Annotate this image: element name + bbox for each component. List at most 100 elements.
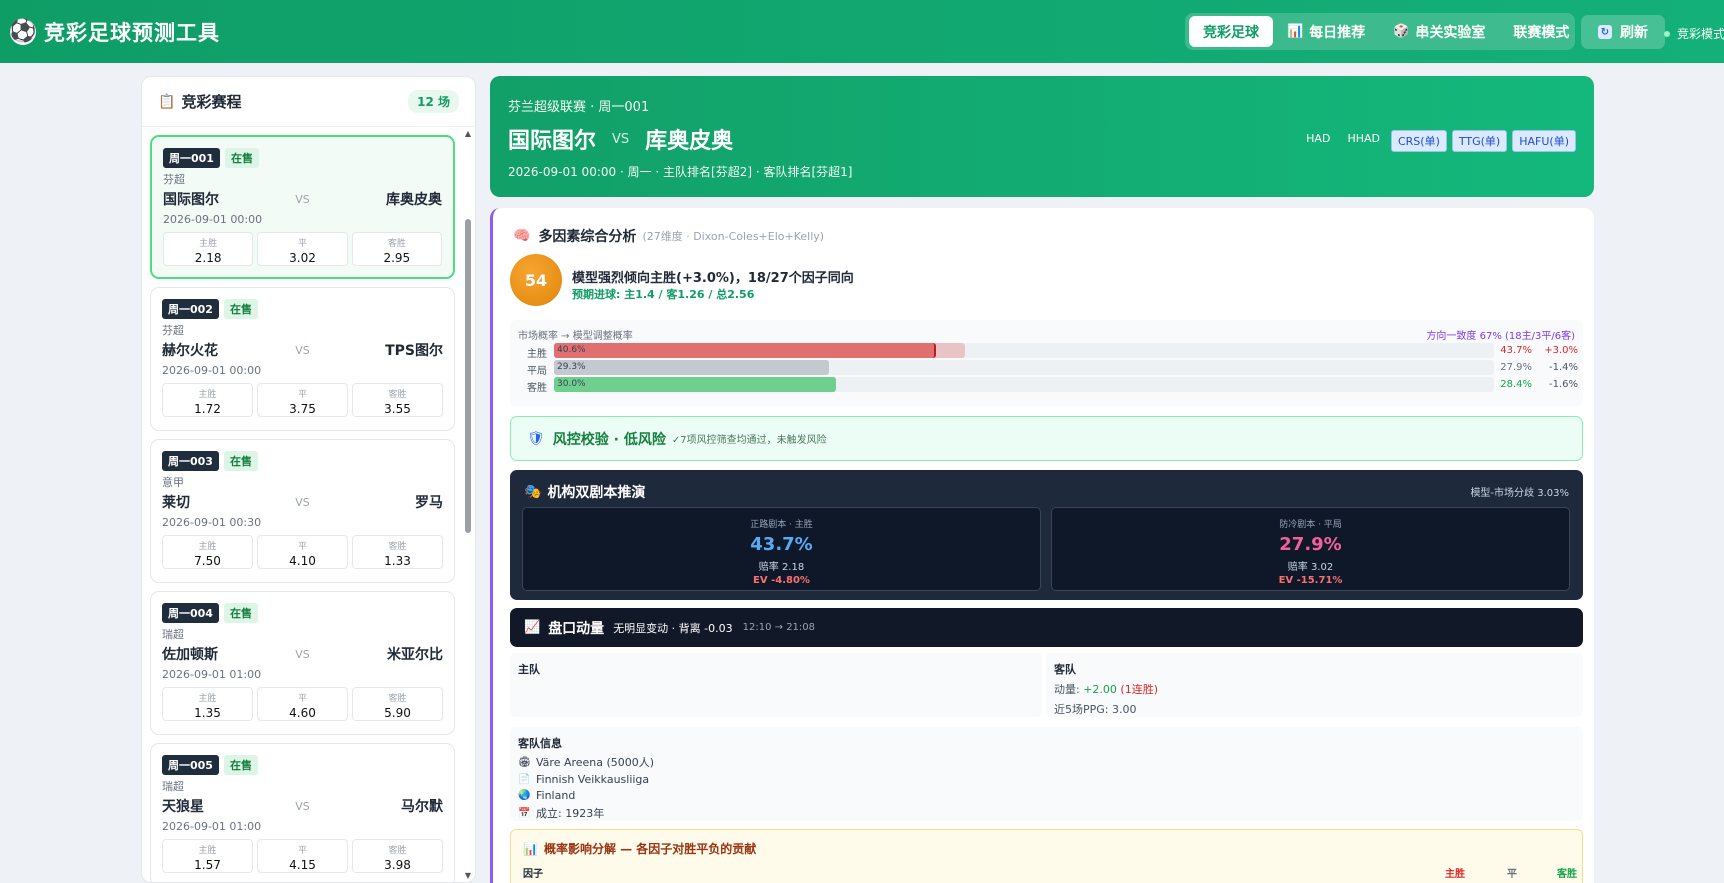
match-tags: 周一005 在售 xyxy=(162,754,443,775)
odds-button[interactable]: 平 3.02 xyxy=(257,232,348,266)
calendar-icon: 📅 xyxy=(518,807,531,819)
odds-label: 主胜 xyxy=(198,846,217,856)
market-tag-had[interactable]: HAD xyxy=(1300,130,1336,152)
info-league: 📄 Finnish Veikkausliiga xyxy=(518,773,1575,786)
match-header: 芬兰超级联赛 · 周一001 国际图尔 VS 库奥皮奥 2026-09-01 0… xyxy=(490,76,1594,197)
odds-value: 7.50 xyxy=(194,554,221,568)
scenario-odds: 赔率 3.02 xyxy=(1287,562,1334,573)
refresh-button[interactable]: ↻ 刷新 xyxy=(1581,15,1665,49)
market-tag-hhad[interactable]: HHAD xyxy=(1341,130,1386,152)
odds-button[interactable]: 客胜 2.95 xyxy=(351,232,442,266)
odds-button[interactable]: 主胜 2.18 xyxy=(163,232,254,266)
shield-icon: 🛡 xyxy=(527,430,545,447)
draw-column-header: 平 xyxy=(1507,869,1517,880)
odds-value: 1.33 xyxy=(384,554,411,568)
away-info-title: 客队信息 xyxy=(518,737,562,750)
odds-button[interactable]: 客胜 3.98 xyxy=(352,839,443,873)
market-tag-hafu[interactable]: HAFU(单) xyxy=(1512,130,1576,152)
odds-label: 平 xyxy=(297,694,307,704)
away-momentum: 客队 动量: +2.00 (1连胜) 近5场PPG: 3.00 xyxy=(1046,653,1583,717)
sale-status-badge: 在售 xyxy=(223,754,258,775)
outcome-label: 主胜 xyxy=(527,349,547,360)
odds-button[interactable]: 主胜 7.50 xyxy=(162,535,253,569)
sale-status-badge: 在售 xyxy=(223,298,258,319)
scrollbar[interactable]: ▲ ▼ xyxy=(464,129,472,881)
odds-label: 主胜 xyxy=(199,239,218,249)
scrollbar-thumb[interactable] xyxy=(465,219,471,533)
info-text: Finnish Veikkausliiga xyxy=(536,773,650,786)
tab-league-mode[interactable]: 联赛模式 xyxy=(1499,16,1583,47)
match-tags: 周一002 在售 xyxy=(162,298,443,319)
soccer-ball-icon: ⚽ xyxy=(9,18,37,45)
away-team: 马尔默 xyxy=(401,799,443,815)
match-league-line: 芬兰超级联赛 · 周一001 xyxy=(508,100,650,115)
main-nav: 竞彩足球 📊 每日推荐 🎲 串关实验室 联赛模式 xyxy=(1185,13,1575,50)
match-card[interactable]: 周一005 在售 瑞超 天狼星 VS 马尔默 2026-09-01 01:00 主胜 1.57 平… xyxy=(150,743,455,882)
vs-label: VS xyxy=(295,495,310,509)
info-text: Väre Areena (5000人) xyxy=(536,756,655,769)
odds-button[interactable]: 主胜 1.72 xyxy=(162,383,253,417)
match-list-header: 📋 竞彩赛程 12 场 xyxy=(142,77,475,127)
odds-button[interactable]: 平 4.60 xyxy=(257,687,348,721)
scroll-down-arrow-icon[interactable]: ▼ xyxy=(464,871,472,881)
momentum-summary: 无明显变动 · 背离 -0.03 xyxy=(613,621,733,635)
odds-button[interactable]: 客胜 1.33 xyxy=(352,535,443,569)
match-league: 瑞超 xyxy=(162,628,184,641)
odds-button[interactable]: 平 3.75 xyxy=(257,383,348,417)
tab-label: 串关实验室 xyxy=(1415,24,1486,41)
risk-detail: ✓7项风控筛查均通过，未触发风险 xyxy=(671,435,827,446)
match-code: 周一002 xyxy=(162,298,219,319)
globe-icon: 🌏 xyxy=(518,790,531,801)
tab-label: 联赛模式 xyxy=(1513,24,1570,41)
match-league: 芬超 xyxy=(163,173,185,186)
scenario-prob: 27.9% xyxy=(1279,534,1342,555)
odds-value: 1.35 xyxy=(194,706,221,720)
match-card[interactable]: 周一003 在售 意甲 莱切 VS 罗马 2026-09-01 00:30 主胜 7.50 平 4.… xyxy=(150,439,455,583)
model-market-gap: 模型-市场分歧 3.03% xyxy=(1470,488,1569,499)
market-probability-bar xyxy=(554,377,836,392)
away-team-info: 客队信息 🏟 Väre Areena (5000人) 📄 Finnish Veikk… xyxy=(510,727,1583,821)
match-card[interactable]: 周一001 在售 芬超 国际图尔 VS 库奥皮奥 2026-09-01 00:00 主胜 2.1… xyxy=(150,135,455,279)
scroll-up-arrow-icon[interactable]: ▲ xyxy=(464,129,472,139)
match-code: 周一003 xyxy=(162,450,219,471)
odds-value: 2.95 xyxy=(383,251,411,265)
direction-consistency: 方向一致度 67% (18主/3平/6客) xyxy=(1426,331,1575,342)
odds-label: 客胜 xyxy=(388,846,407,856)
odds-value: 3.02 xyxy=(289,251,316,265)
scenario-title-row: 🎭 机构双剧本推演 xyxy=(524,482,645,502)
expected-goals: 预期进球: 主1.4 / 客1.26 / 总2.56 xyxy=(572,288,755,301)
analysis-subtitle: (27维度 · Dixon-Coles+Elo+Kelly) xyxy=(642,230,825,243)
odds-button[interactable]: 平 4.15 xyxy=(257,839,348,873)
match-tags: 周一001 在售 xyxy=(163,147,442,168)
odds-button[interactable]: 主胜 1.35 xyxy=(162,687,253,721)
info-text: Finland xyxy=(536,789,576,802)
odds-value: 1.57 xyxy=(194,858,221,872)
odds-button[interactable]: 主胜 1.57 xyxy=(162,839,253,873)
match-card[interactable]: 周一004 在售 瑞超 佐加顿斯 VS 米亚尔比 2026-09-01 01:00 主胜 1.3… xyxy=(150,591,455,735)
odds-button[interactable]: 平 4.10 xyxy=(257,535,348,569)
vs-label: VS xyxy=(612,131,630,147)
decomposition-title: 概率影响分解 — 各因子对胜平负的贡献 xyxy=(543,842,757,856)
market-tag-crs[interactable]: CRS(单) xyxy=(1390,130,1447,152)
tab-jingcai[interactable]: 竞彩足球 xyxy=(1189,16,1273,47)
odds-row: 主胜 7.50 平 4.10 客胜 1.33 xyxy=(162,535,443,569)
info-stadium: 🏟 Väre Areena (5000人) xyxy=(518,754,1575,770)
odds-button[interactable]: 客胜 3.55 xyxy=(352,383,443,417)
probability-delta: -1.6% xyxy=(1548,379,1578,390)
probability-header: 市场概率 → 模型调整概率 xyxy=(518,331,633,342)
tab-daily[interactable]: 📊 每日推荐 xyxy=(1273,16,1379,47)
odds-button[interactable]: 客胜 5.90 xyxy=(352,687,443,721)
factor-column-header: 因子 xyxy=(523,869,543,880)
tab-parlay-lab[interactable]: 🎲 串关实验室 xyxy=(1379,16,1499,47)
odds-label: 客胜 xyxy=(388,694,407,704)
momentum-title: 盘口动量 xyxy=(548,620,605,637)
odds-momentum-bar: 📈 盘口动量 无明显变动 · 背离 -0.03 12:10 → 21:08 xyxy=(510,608,1583,647)
match-code: 周一004 xyxy=(162,602,219,623)
scenario-head: 正路剧本 · 主胜 xyxy=(750,520,813,530)
momentum-note: (1连胜) xyxy=(1120,683,1159,696)
match-card[interactable]: 周一002 在售 芬超 赫尔火花 VS TPS图尔 2026-09-01 00:00 主胜 1.… xyxy=(150,287,455,431)
market-tag-ttg[interactable]: TTG(单) xyxy=(1451,130,1508,152)
match-teams: 莱切 VS 罗马 xyxy=(162,493,443,511)
info-founded: 📅 成立: 1923年 xyxy=(518,805,1575,821)
odds-label: 客胜 xyxy=(387,239,406,249)
